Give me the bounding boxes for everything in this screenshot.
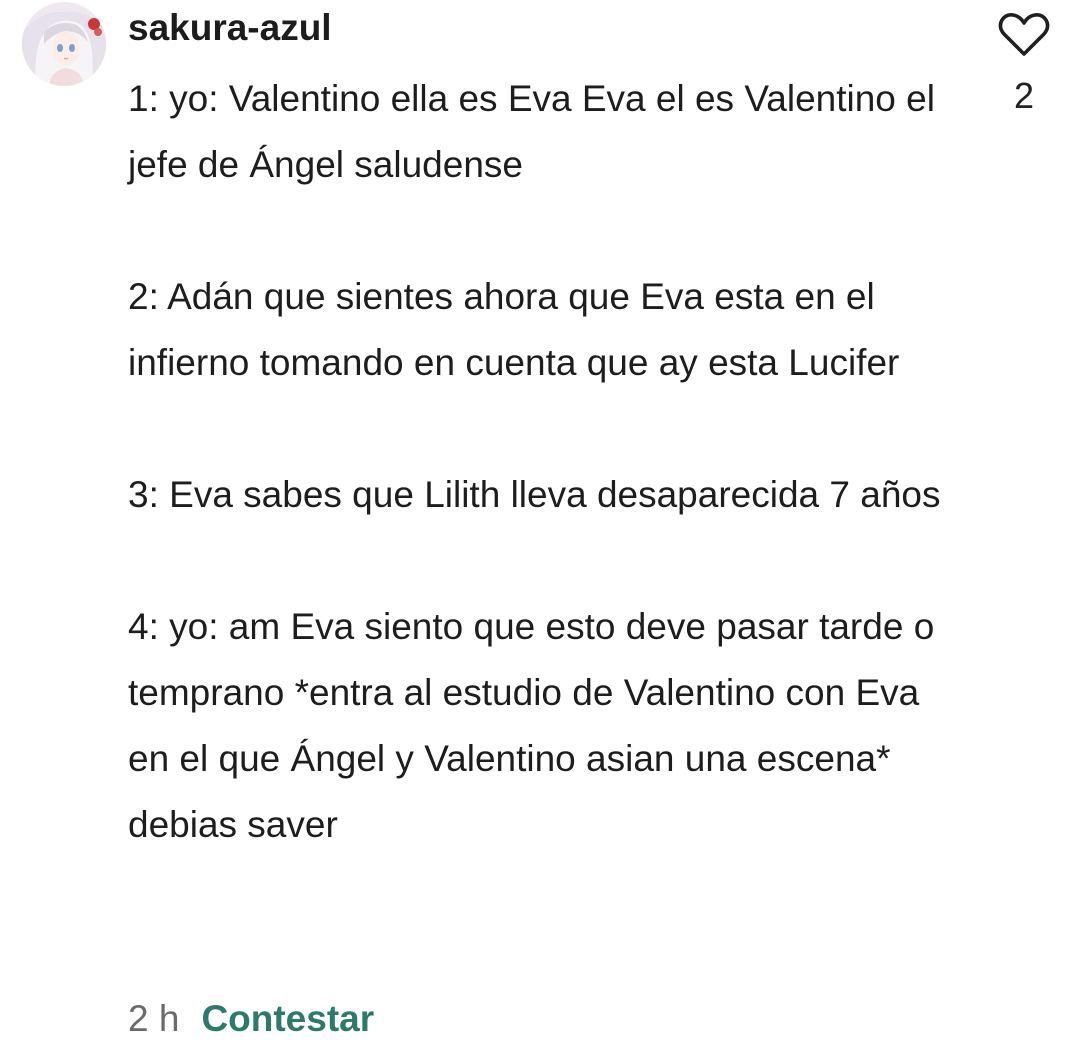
comment-paragraph: 1: yo: Valentino ella es Eva Eva el es V… [128,78,935,185]
username[interactable]: sakura-azul [128,6,332,50]
avatar-image [22,2,106,86]
comment-paragraph: 4: yo: am Eva siento que esto deve pasar… [128,606,935,845]
like-button[interactable] [996,12,1052,58]
comment: sakura-azul 2 1: yo: Valentino ella es E… [0,0,1080,1049]
comment-paragraph: 2: Adán que sientes ahora que Eva esta e… [128,276,900,383]
like-count: 2 [1013,75,1035,116]
comment-paragraph: 3: Eva sabes que Lilith lleva desapareci… [128,474,941,515]
timestamp: 2 h [128,998,180,1039]
comment-body: 1: yo: Valentino ella es Eva Eva el es V… [128,66,968,858]
reply-button[interactable]: Contestar [201,996,374,1042]
avatar[interactable] [22,2,106,86]
comment-meta: 2 h Contestar [128,996,374,1042]
heart-icon [998,13,1050,56]
